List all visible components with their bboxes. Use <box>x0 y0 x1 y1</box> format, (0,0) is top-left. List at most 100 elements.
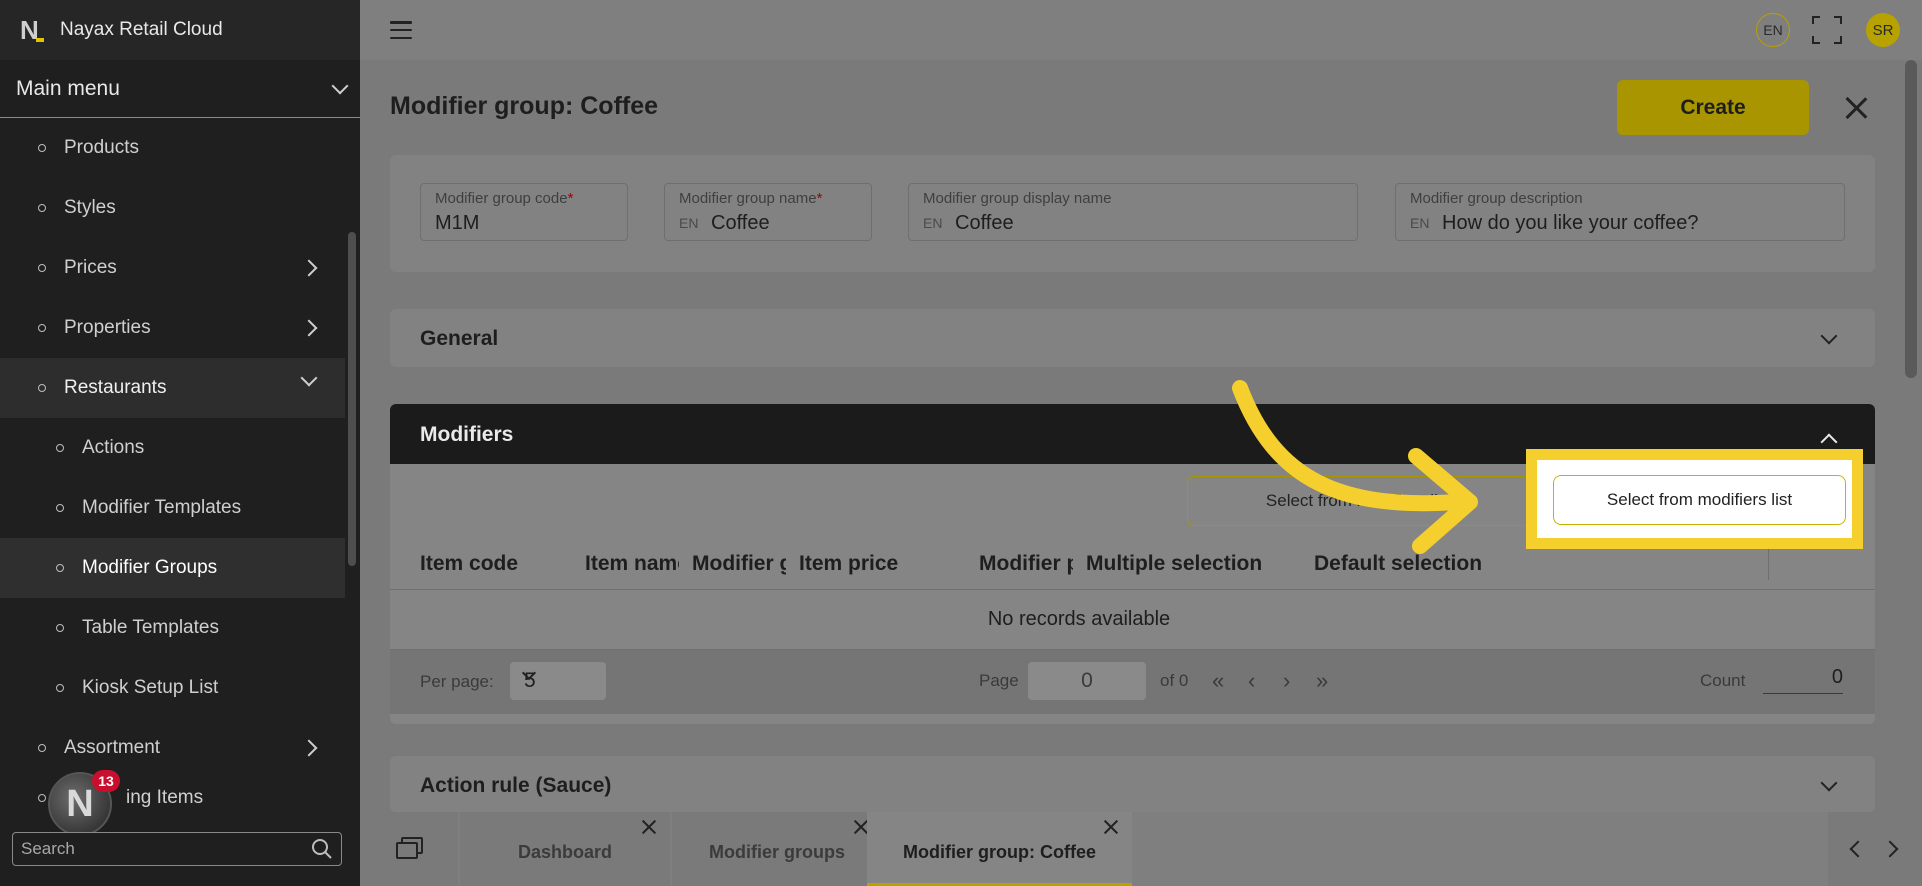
bullet-icon <box>56 564 64 572</box>
field-label: Modifier group display name <box>923 190 1112 207</box>
sidebar-menu: Products Styles Prices Properties Restau… <box>0 118 345 818</box>
bullet-icon <box>38 384 46 392</box>
sidebar-item-modifier-templates[interactable]: Modifier Templates <box>0 478 345 538</box>
sidebar-scrollbar[interactable] <box>348 232 356 566</box>
fullscreen-icon[interactable] <box>1812 16 1842 44</box>
sidebar-item-products[interactable]: Products <box>0 118 345 178</box>
bullet-icon <box>38 204 46 212</box>
page-title: Modifier group: Coffee <box>390 92 659 120</box>
sidebar-item-label: Styles <box>64 197 116 218</box>
chevron-right-icon <box>300 319 318 337</box>
modifier-group-name-field[interactable]: Modifier group name* EN Coffee <box>664 183 872 241</box>
sidebar-item-label: Properties <box>64 317 151 338</box>
column-header[interactable]: Modifier price <box>979 552 1073 576</box>
bullet-icon <box>38 264 46 272</box>
tab-modifier-groups[interactable]: Modifier groups <box>672 812 882 886</box>
modifier-group-description-field[interactable]: Modifier group description EN How do you… <box>1395 183 1845 241</box>
close-icon[interactable] <box>642 820 656 834</box>
field-value: Coffee <box>711 212 770 234</box>
chevron-down-icon <box>1820 774 1838 794</box>
chevron-right-icon <box>300 259 318 277</box>
field-value: Coffee <box>955 212 1014 234</box>
notification-count-badge: 13 <box>92 770 120 792</box>
user-avatar[interactable]: SR <box>1866 13 1900 47</box>
tab-label: Modifier group: Coffee <box>903 842 1096 862</box>
sidebar-header: N Nayax Retail Cloud <box>0 0 360 60</box>
tab-modifier-group-coffee[interactable]: Modifier group: Coffee <box>867 812 1132 886</box>
column-header[interactable]: Item code <box>420 552 570 576</box>
sidebar-item-styles[interactable]: Styles <box>0 178 345 238</box>
bullet-icon <box>38 324 46 332</box>
section-title: Action rule (Sauce) <box>420 774 612 797</box>
general-section[interactable]: General <box>390 309 1875 367</box>
column-header[interactable]: Item name <box>585 552 679 576</box>
hamburger-menu-icon[interactable] <box>390 21 412 39</box>
sidebar: N Nayax Retail Cloud Main menu Products … <box>0 0 360 886</box>
action-rule-section[interactable]: Action rule (Sauce) <box>390 756 1875 812</box>
modifier-group-code-field[interactable]: Modifier group code* M1M <box>420 183 628 241</box>
language-switcher[interactable]: EN <box>1756 13 1790 47</box>
sidebar-item-assortment[interactable]: Assortment <box>0 718 345 778</box>
sidebar-search-input[interactable] <box>21 839 311 859</box>
last-page-icon[interactable]: » <box>1316 670 1328 692</box>
app-title: Nayax Retail Cloud <box>60 19 223 40</box>
sidebar-item-actions[interactable]: Actions <box>0 418 345 478</box>
page-number-input[interactable]: 0 <box>1028 662 1146 700</box>
sidebar-search <box>12 832 342 866</box>
close-icon[interactable] <box>1104 820 1118 834</box>
bullet-icon <box>56 624 64 632</box>
sidebar-item-label: Actions <box>82 437 145 458</box>
field-label: Modifier group name <box>679 190 817 207</box>
search-icon[interactable] <box>311 838 333 860</box>
bottom-tab-bar: Dashboard Modifier groups Modifier group… <box>360 812 1922 886</box>
field-label: Modifier group code <box>435 190 568 207</box>
sidebar-item-label: Table Templates <box>82 617 219 638</box>
sidebar-item-label: Prices <box>64 257 117 278</box>
field-label: Modifier group description <box>1410 190 1583 207</box>
chevron-left-icon[interactable] <box>1849 840 1867 858</box>
bullet-icon <box>56 444 64 452</box>
sidebar-item-restaurants[interactable]: Restaurants <box>0 358 345 418</box>
empty-state-text: No records available <box>987 608 1171 630</box>
column-header[interactable]: Item price <box>799 552 969 576</box>
close-icon[interactable] <box>854 820 868 834</box>
close-icon[interactable] <box>1844 96 1868 120</box>
tab-label: Modifier groups <box>709 842 845 862</box>
tab-dashboard[interactable]: Dashboard <box>460 812 670 886</box>
sidebar-item-modifier-groups[interactable]: Modifier Groups <box>0 538 345 598</box>
chevron-down-icon <box>300 369 318 387</box>
language-prefix: EN <box>1410 215 1430 231</box>
main-menu-toggle[interactable]: Main menu <box>0 60 360 118</box>
main-content: Modifier group: Coffee Create Modifier g… <box>360 60 1922 812</box>
tab-nav-arrows <box>1848 838 1908 860</box>
nayax-logo-icon: N <box>20 17 44 43</box>
sidebar-item-properties[interactable]: Properties <box>0 298 345 358</box>
modifier-group-display-name-field[interactable]: Modifier group display name EN Coffee <box>908 183 1358 241</box>
main-scrollbar[interactable] <box>1905 60 1917 378</box>
first-page-icon[interactable]: « <box>1212 670 1224 692</box>
prev-page-icon[interactable]: ‹ <box>1248 670 1255 692</box>
sidebar-item-label: Modifier Templates <box>82 497 242 518</box>
section-title: General <box>420 327 499 350</box>
sidebar-item-table-templates[interactable]: Table Templates <box>0 598 345 658</box>
pointer-arrow-icon <box>1232 380 1478 554</box>
bullet-icon <box>38 144 46 152</box>
column-header[interactable]: Modifier group <box>692 552 786 576</box>
page-label: Page <box>979 671 1019 690</box>
per-page-select[interactable]: 5 <box>510 662 606 700</box>
tab-label: Dashboard <box>517 842 613 862</box>
field-value: How do you like your coffee? <box>1442 212 1699 234</box>
sidebar-item-prices[interactable]: Prices <box>0 238 345 298</box>
select-from-modifiers-list-button-highlighted[interactable]: Select from modifiers list <box>1553 475 1846 525</box>
count-value: 0 <box>1763 666 1843 694</box>
next-page-icon[interactable]: › <box>1283 670 1290 692</box>
sidebar-item-label: Assortment <box>64 737 161 758</box>
tabs-overview-icon[interactable] <box>396 837 424 859</box>
field-value: M1M <box>435 212 480 234</box>
pagination-bar: Per page: 5 Page 0 of 0 « ‹ › » Count 0 <box>390 650 1875 714</box>
create-button[interactable]: Create <box>1617 80 1809 135</box>
chevron-right-icon[interactable] <box>1881 840 1899 858</box>
bullet-icon <box>56 504 64 512</box>
sidebar-item-kiosk-setup-list[interactable]: Kiosk Setup List <box>0 658 345 718</box>
bullet-icon <box>56 684 64 692</box>
